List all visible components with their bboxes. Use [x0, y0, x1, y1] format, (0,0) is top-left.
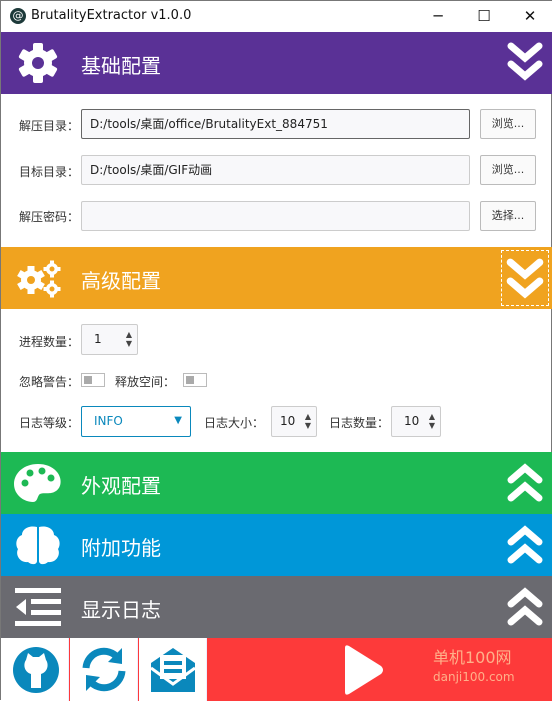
extract-dir-browse-button[interactable]: 浏览... [480, 109, 536, 139]
github-icon [13, 647, 59, 693]
refresh-icon [82, 647, 126, 692]
chevron-double-down-icon[interactable] [503, 40, 547, 86]
free-space-label: 释放空间： [115, 375, 176, 389]
chevron-double-up-icon[interactable] [503, 522, 547, 568]
gear-icon [18, 43, 58, 83]
password-select-button[interactable]: 选择... [480, 201, 536, 231]
gears-icon [17, 260, 61, 298]
section-title: 高级配置 [81, 269, 161, 293]
section-appearance-header[interactable]: 外观配置 [1, 452, 552, 514]
dropdown-arrow-icon: ▼ [174, 415, 182, 426]
log-level-label: 日志等级： [19, 416, 80, 430]
extract-dir-input[interactable]: D:/tools/桌面/office/BrutalityExt_884751 [81, 109, 470, 139]
processes-label: 进程数量： [19, 335, 80, 349]
log-size-spinner[interactable]: 10 ▲ ▼ [271, 406, 317, 437]
ignore-warnings-toggle[interactable] [81, 373, 105, 387]
target-dir-label: 目标目录： [19, 165, 80, 179]
section-title: 外观配置 [81, 474, 161, 498]
spinner-arrows-icon[interactable]: ▲ ▼ [305, 412, 311, 430]
watermark-text: 单机100网 [433, 648, 512, 667]
refresh-button[interactable] [70, 638, 138, 701]
section-basic-header[interactable]: 基础配置 [1, 32, 552, 94]
section-title: 附加功能 [81, 536, 161, 560]
section-title: 显示日志 [81, 598, 161, 622]
chevron-double-up-icon[interactable] [503, 584, 547, 630]
log-size-value: 10 [280, 414, 296, 428]
bottom-bar: 单机100网 danji100.com [1, 638, 552, 701]
spinner-arrows-icon[interactable]: ▲ ▼ [429, 412, 435, 430]
mail-icon [150, 648, 196, 692]
section-extra-header[interactable]: 附加功能 [1, 514, 552, 576]
chevron-double-up-icon[interactable] [503, 460, 547, 506]
ignore-warnings-label: 忽略警告： [19, 375, 80, 389]
mail-button[interactable] [139, 638, 207, 701]
password-input[interactable] [81, 201, 470, 231]
target-dir-browse-button[interactable]: 浏览... [480, 155, 536, 185]
maximize-button[interactable]: ☐ [461, 1, 507, 32]
log-count-spinner[interactable]: 10 ▲ ▼ [391, 406, 441, 437]
section-title: 基础配置 [81, 54, 161, 78]
chevron-double-down-icon[interactable] [501, 250, 549, 306]
processes-spinner[interactable]: 1 ▲ ▼ [81, 324, 138, 355]
section-log-header[interactable]: 显示日志 [1, 576, 552, 638]
free-space-toggle[interactable] [183, 373, 207, 387]
processes-value: 1 [94, 332, 102, 346]
spinner-arrows-icon[interactable]: ▲ ▼ [126, 330, 132, 348]
brain-icon [16, 526, 60, 565]
extract-dir-label: 解压目录： [19, 119, 80, 133]
password-label: 解压密码： [19, 210, 80, 224]
app-logo-icon: @ [10, 8, 26, 24]
watermark-url: danji100.com [433, 670, 515, 684]
github-button[interactable] [1, 638, 69, 701]
play-icon[interactable] [341, 644, 401, 696]
window-title: BrutalityExtractor v1.0.0 [31, 8, 192, 23]
close-button[interactable]: ✕ [507, 1, 552, 32]
minimize-button[interactable]: ─ [415, 1, 461, 32]
indent-icon [15, 588, 61, 626]
section-advanced-header[interactable]: 高级配置 [1, 247, 552, 309]
palette-icon [14, 464, 61, 502]
log-level-value: INFO [94, 414, 123, 428]
log-level-select[interactable]: INFO ▼ [81, 406, 191, 437]
log-size-label: 日志大小： [204, 416, 265, 430]
log-count-label: 日志数量： [329, 416, 390, 430]
log-count-value: 10 [404, 414, 420, 428]
title-bar: @ BrutalityExtractor v1.0.0 ─ ☐ ✕ [1, 1, 552, 32]
target-dir-input[interactable]: D:/tools/桌面/GIF动画 [81, 155, 470, 185]
